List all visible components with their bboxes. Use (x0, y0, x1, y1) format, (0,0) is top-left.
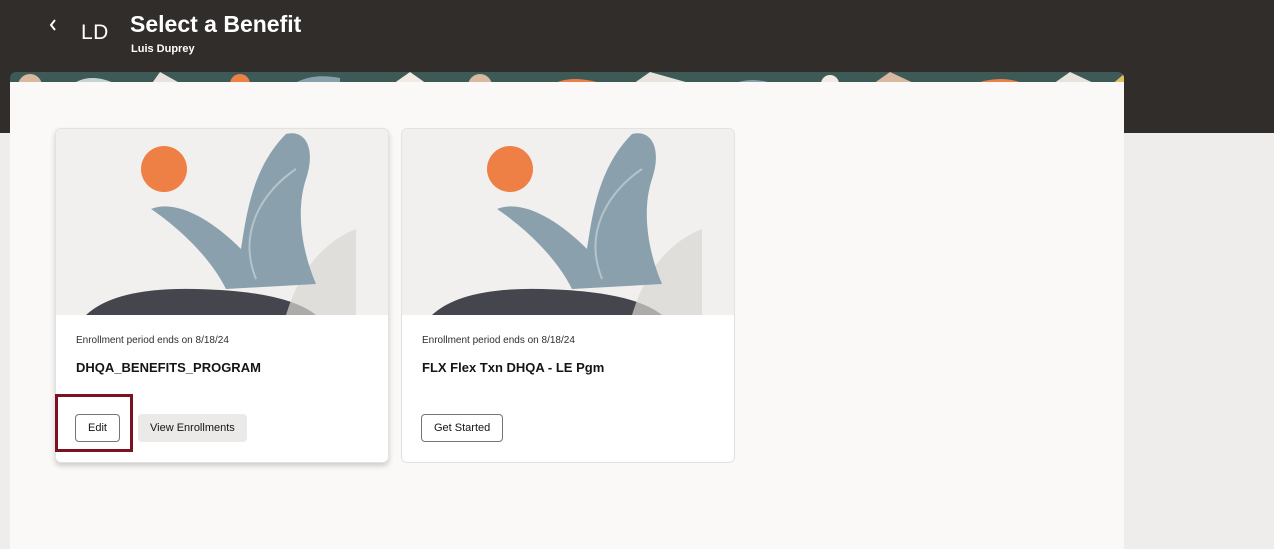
enrollment-period: Enrollment period ends on 8/18/24 (422, 335, 575, 346)
back-button[interactable] (44, 14, 62, 36)
benefit-card: Enrollment period ends on 8/18/24 DHQA_B… (55, 128, 389, 463)
chevron-left-icon (49, 19, 56, 31)
page-title: Select a Benefit (130, 11, 302, 37)
get-started-button[interactable]: Get Started (421, 414, 504, 442)
person-name: Luis Duprey (131, 43, 195, 55)
avatar: LD (81, 21, 109, 44)
view-enrollments-button[interactable]: View Enrollments (138, 414, 247, 442)
benefit-card: Enrollment period ends on 8/18/24 FLX Fl… (401, 128, 735, 463)
card-illustration (56, 129, 388, 315)
program-name: FLX Flex Txn DHQA - LE Pgm (422, 360, 605, 375)
enrollment-period: Enrollment period ends on 8/18/24 (76, 335, 229, 346)
edit-button[interactable]: Edit (75, 414, 120, 442)
card-illustration (402, 129, 734, 315)
program-name: DHQA_BENEFITS_PROGRAM (76, 360, 261, 375)
